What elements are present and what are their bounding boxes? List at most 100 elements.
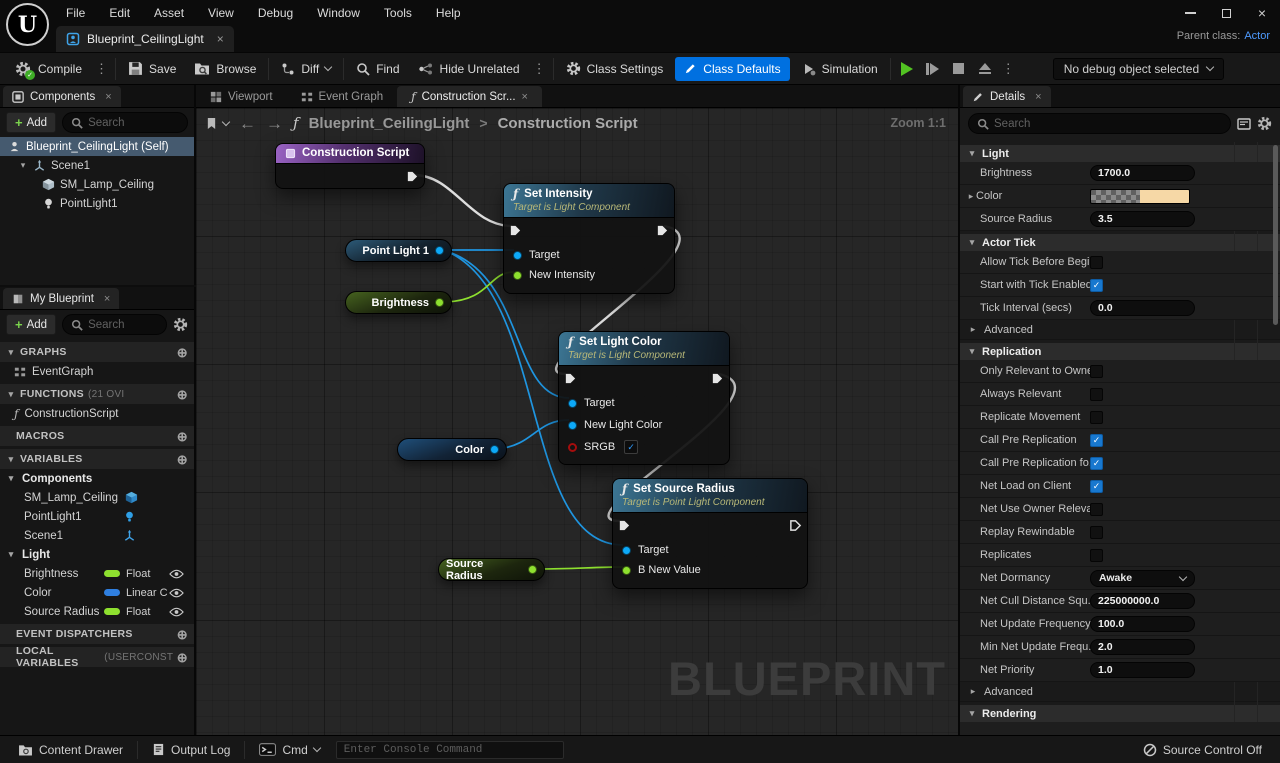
float-output-pin[interactable] xyxy=(435,298,444,307)
content-drawer-button[interactable]: Content Drawer xyxy=(8,736,133,763)
components-search[interactable] xyxy=(62,112,188,133)
color-swatch[interactable] xyxy=(1090,189,1190,204)
checkbox[interactable]: ✓ xyxy=(1090,388,1103,401)
exec-input-pin[interactable] xyxy=(564,372,577,390)
source-control-button[interactable]: Source Control Off xyxy=(1133,743,1272,757)
console-command-field[interactable] xyxy=(336,741,564,759)
construction-script-item[interactable]: ƒ ConstructionScript xyxy=(0,404,194,423)
add-graph-icon[interactable]: ⊕ xyxy=(177,346,188,359)
menu-help[interactable]: Help xyxy=(424,0,473,26)
checkbox[interactable]: ✓ xyxy=(1090,279,1103,292)
srgb-pin[interactable] xyxy=(568,443,577,452)
display-filter-icon[interactable] xyxy=(1237,117,1251,131)
chevron-down-icon[interactable] xyxy=(222,117,230,125)
new-light-color-pin[interactable] xyxy=(568,421,577,430)
back-arrow-icon[interactable]: ← xyxy=(239,115,256,132)
checkbox[interactable]: ✓ xyxy=(1090,549,1103,562)
console-command-input[interactable] xyxy=(344,744,556,756)
variable-brightness[interactable]: Brightness Float xyxy=(0,564,194,583)
gear-icon[interactable] xyxy=(1257,116,1272,131)
exec-output-pin[interactable] xyxy=(711,372,724,390)
stop-button[interactable] xyxy=(946,57,972,81)
exec-output-pin-unconnected[interactable] xyxy=(789,519,802,537)
checkbox[interactable]: ✓ xyxy=(1090,411,1103,424)
asset-tab[interactable]: Blueprint_CeilingLight × xyxy=(56,26,234,52)
tab-viewport[interactable]: Viewport xyxy=(196,86,287,107)
add-function-icon[interactable]: ⊕ xyxy=(177,388,188,401)
advanced-expander[interactable]: ▸ Advanced xyxy=(960,320,1280,340)
debug-object-dropdown[interactable]: No debug object selected xyxy=(1053,58,1224,80)
variables-group-light[interactable]: ▾ Light xyxy=(0,545,194,564)
net-priority-input[interactable]: 1.0 xyxy=(1090,662,1195,678)
checkbox[interactable]: ✓ xyxy=(1090,457,1103,470)
close-icon[interactable]: × xyxy=(104,293,110,305)
hide-unrelated-button[interactable]: Hide Unrelated xyxy=(409,53,529,84)
parent-class-link[interactable]: Actor xyxy=(1244,30,1270,42)
new-value-pin[interactable] xyxy=(622,566,631,575)
var-node-source-radius[interactable]: Source Radius xyxy=(438,558,545,581)
variable-source-radius[interactable]: Source Radius Float xyxy=(0,602,194,621)
simulation-button[interactable]: Simulation xyxy=(793,53,887,84)
play-button[interactable] xyxy=(894,57,920,81)
bookmark-icon[interactable] xyxy=(206,117,217,130)
add-component-button[interactable]: + Add xyxy=(6,112,56,133)
exec-output-pin[interactable] xyxy=(406,170,419,188)
breadcrumb-current[interactable]: Construction Script xyxy=(498,115,638,132)
menu-debug[interactable]: Debug xyxy=(246,0,305,26)
tab-event-graph[interactable]: Event Graph xyxy=(287,86,398,107)
diff-button[interactable]: Diff xyxy=(272,53,340,84)
component-row-sm-lamp[interactable]: SM_Lamp_Ceiling xyxy=(0,175,194,194)
class-defaults-button[interactable]: Class Defaults xyxy=(675,57,789,81)
close-icon[interactable]: × xyxy=(1035,91,1041,103)
variables-group-components[interactable]: ▾ Components xyxy=(0,469,194,488)
float-output-pin[interactable] xyxy=(528,565,537,574)
component-row-pointlight[interactable]: PointLight1 xyxy=(0,194,194,213)
menu-tools[interactable]: Tools xyxy=(372,0,424,26)
checkbox[interactable]: ✓ xyxy=(1090,365,1103,378)
checkbox[interactable]: ✓ xyxy=(1090,503,1103,516)
object-output-pin[interactable] xyxy=(435,246,444,255)
close-icon[interactable]: × xyxy=(522,91,528,103)
add-local-variable-icon[interactable]: ⊕ xyxy=(177,651,188,664)
brightness-input[interactable]: 1700.0 xyxy=(1090,165,1195,181)
details-search-input[interactable] xyxy=(994,118,1222,130)
color-output-pin[interactable] xyxy=(490,445,499,454)
tick-interval-input[interactable]: 0.0 xyxy=(1090,300,1195,316)
browse-button[interactable]: Browse xyxy=(185,53,265,84)
local-variables-header[interactable]: LOCAL VARIABLES (USERCONSTRU ⊕ xyxy=(0,647,194,667)
add-variable-icon[interactable]: ⊕ xyxy=(177,453,188,466)
details-search[interactable] xyxy=(968,113,1231,134)
checkbox[interactable]: ✓ xyxy=(1090,526,1103,539)
tab-details[interactable]: Details × xyxy=(963,86,1051,107)
srgb-checkbox[interactable]: ✓ xyxy=(624,440,638,454)
macros-section-header[interactable]: MACROS ⊕ xyxy=(0,426,194,446)
my-blueprint-search[interactable] xyxy=(62,314,167,335)
menu-view[interactable]: View xyxy=(196,0,246,26)
variables-section-header[interactable]: ▾ VARIABLES ⊕ xyxy=(0,449,194,469)
node-set-source-radius[interactable]: ƒSet Source Radius Target is Point Light… xyxy=(612,478,808,589)
section-replication[interactable]: ▾ Replication xyxy=(960,343,1280,360)
target-pin[interactable] xyxy=(568,399,577,408)
hide-unrelated-options-icon[interactable]: ⋮ xyxy=(529,61,550,77)
event-graph-item[interactable]: EventGraph xyxy=(0,362,194,381)
target-pin[interactable] xyxy=(513,251,522,260)
section-actor-tick[interactable]: ▾ Actor Tick xyxy=(960,234,1280,251)
exec-input-pin[interactable] xyxy=(618,519,631,537)
close-button[interactable]: × xyxy=(1244,0,1280,26)
eye-icon[interactable] xyxy=(169,569,184,579)
functions-section-header[interactable]: ▾ FUNCTIONS (21 OVI ⊕ xyxy=(0,384,194,404)
menu-window[interactable]: Window xyxy=(305,0,372,26)
graph-canvas[interactable]: ← → ƒ Blueprint_CeilingLight > Construct… xyxy=(196,108,958,735)
net-dormancy-dropdown[interactable]: Awake xyxy=(1090,570,1195,587)
exec-output-pin[interactable] xyxy=(656,224,669,242)
component-row-self[interactable]: Blueprint_CeilingLight (Self) xyxy=(0,137,194,156)
section-rendering[interactable]: ▾ Rendering xyxy=(960,705,1280,722)
variable-pointlight1[interactable]: PointLight1 xyxy=(0,507,194,526)
menu-asset[interactable]: Asset xyxy=(142,0,196,26)
tab-components[interactable]: Components × xyxy=(3,86,121,107)
node-set-light-color[interactable]: ƒSet Light Color Target is Light Compone… xyxy=(558,331,730,465)
new-intensity-pin[interactable] xyxy=(513,271,522,280)
save-button[interactable]: Save xyxy=(119,53,185,84)
checkbox[interactable]: ✓ xyxy=(1090,434,1103,447)
eye-icon[interactable] xyxy=(169,588,184,598)
